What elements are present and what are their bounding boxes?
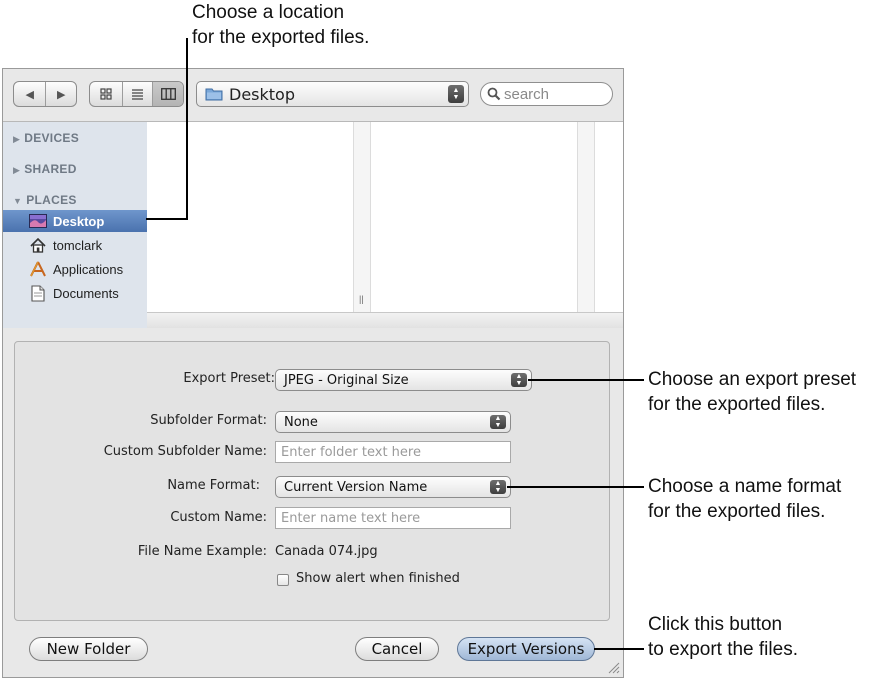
icon-view-button[interactable] — [90, 82, 122, 106]
applications-icon — [29, 261, 47, 277]
file-name-example-value: Canada 074.jpg — [275, 544, 378, 559]
folder-icon — [205, 88, 223, 101]
history-nav: ◀ ▶ — [13, 81, 77, 107]
sidebar-item-label: Desktop — [53, 213, 105, 229]
sidebar-item-label: tomclark — [53, 237, 103, 253]
resize-grip-icon[interactable] — [608, 662, 620, 674]
callout-line: Choose an export preset — [648, 369, 857, 390]
name-format-value: Current Version Name — [284, 479, 428, 495]
leader-line-name-format — [507, 486, 644, 488]
sidebar-item-desktop[interactable]: Desktop — [3, 210, 147, 232]
new-folder-button[interactable]: New Folder — [29, 637, 148, 661]
home-icon — [29, 237, 47, 253]
callout-line: for the exported files. — [192, 27, 370, 48]
section-label: DEVICES — [24, 131, 80, 145]
grid-icon — [100, 88, 112, 100]
column-resize-handle-icon[interactable]: || — [359, 294, 364, 304]
desktop-icon — [29, 213, 47, 229]
file-browser[interactable]: || — [147, 121, 623, 328]
leader-line-button — [594, 648, 644, 650]
column-divider[interactable] — [353, 122, 371, 312]
popup-arrows-icon: ▲ ▼ — [490, 415, 506, 429]
callout-line: for the exported files. — [648, 501, 826, 522]
export-preset-value: JPEG - Original Size — [284, 372, 409, 388]
name-format-label: Name Format: — [167, 478, 260, 493]
view-mode-control — [89, 81, 184, 107]
sidebar-item-documents[interactable]: Documents — [3, 282, 147, 304]
location-popup-content: Desktop — [205, 82, 295, 106]
export-dialog: ◀ ▶ Desktop ▲ ▼ search ▶ DEVICES ▶ SHARE… — [2, 68, 624, 678]
column-view-button[interactable] — [152, 82, 183, 106]
callout-line: Choose a location — [192, 2, 345, 23]
popup-arrows-icon: ▲ ▼ — [490, 480, 506, 494]
forward-button[interactable]: ▶ — [45, 82, 76, 106]
horizontal-scrollbar[interactable] — [147, 312, 623, 328]
export-preset-label: Export Preset: — [183, 371, 275, 386]
disclosure-right-icon: ▶ — [13, 134, 21, 144]
callout-name-format: Choose a name format for the exported fi… — [648, 474, 841, 524]
section-label: PLACES — [26, 193, 77, 207]
columns-icon — [160, 88, 176, 100]
show-alert-checkbox[interactable] — [277, 574, 289, 586]
sidebar-section-shared[interactable]: ▶ SHARED — [13, 162, 77, 176]
column-divider[interactable] — [577, 122, 595, 312]
custom-subfolder-label: Custom Subfolder Name: — [103, 444, 267, 459]
subfolder-format-label: Subfolder Format: — [150, 413, 267, 428]
documents-icon — [29, 284, 47, 302]
sidebar-item-applications[interactable]: Applications — [3, 258, 147, 280]
export-options-panel: Export Preset: JPEG - Original Size ▲ ▼ S… — [14, 341, 610, 621]
custom-subfolder-field[interactable]: Enter folder text here — [275, 441, 511, 463]
section-label: SHARED — [24, 162, 77, 176]
sidebar: ▶ DEVICES ▶ SHARED ▼ PLACES Desktop tomc… — [3, 121, 147, 328]
popup-arrows-icon: ▲ ▼ — [448, 85, 464, 103]
magnifier-icon — [487, 87, 501, 101]
sidebar-section-places[interactable]: ▼ PLACES — [13, 193, 77, 207]
custom-name-field[interactable]: Enter name text here — [275, 507, 511, 529]
sidebar-section-devices[interactable]: ▶ DEVICES — [13, 131, 79, 145]
callout-line: for the exported files. — [648, 394, 826, 415]
sidebar-item-tomclark[interactable]: tomclark — [3, 234, 147, 256]
location-popup[interactable]: Desktop ▲ ▼ — [196, 81, 469, 107]
search-field[interactable]: search — [480, 82, 613, 106]
subfolder-format-popup[interactable]: None ▲ ▼ — [275, 411, 511, 433]
custom-subfolder-placeholder: Enter folder text here — [281, 444, 421, 460]
sidebar-item-label: Applications — [53, 261, 124, 277]
callout-line: Click this button — [648, 614, 783, 635]
triangle-left-icon: ◀ — [25, 88, 34, 101]
callout-line: Choose a name format — [648, 476, 842, 497]
back-button[interactable]: ◀ — [14, 82, 45, 106]
list-icon — [131, 89, 143, 100]
sidebar-item-label: Documents — [53, 285, 119, 301]
cancel-button[interactable]: Cancel — [355, 637, 439, 661]
export-versions-button[interactable]: Export Versions — [457, 637, 595, 661]
custom-name-label: Custom Name: — [170, 510, 267, 525]
search-placeholder: search — [504, 85, 550, 103]
disclosure-right-icon: ▶ — [13, 165, 21, 175]
leader-line-location-vertical — [186, 38, 188, 220]
list-view-button[interactable] — [121, 82, 153, 106]
callout-button: Click this button to export the files. — [648, 612, 798, 662]
callout-line: to export the files. — [648, 639, 798, 660]
popup-arrows-icon: ▲ ▼ — [511, 373, 527, 387]
custom-name-placeholder: Enter name text here — [281, 510, 421, 526]
callout-preset: Choose an export preset for the exported… — [648, 367, 856, 417]
disclosure-down-icon: ▼ — [13, 196, 23, 206]
show-alert-label[interactable]: Show alert when finished — [296, 571, 460, 586]
location-label: Desktop — [229, 84, 295, 104]
callout-location: Choose a location for the exported files… — [192, 0, 369, 50]
export-preset-popup[interactable]: JPEG - Original Size ▲ ▼ — [275, 369, 532, 391]
leader-line-preset — [528, 379, 644, 381]
name-format-popup[interactable]: Current Version Name ▲ ▼ — [275, 476, 511, 498]
subfolder-format-value: None — [284, 414, 318, 430]
file-name-example-label: File Name Example: — [137, 544, 267, 559]
leader-line-location-horizontal — [146, 218, 188, 220]
triangle-right-icon: ▶ — [57, 88, 66, 101]
